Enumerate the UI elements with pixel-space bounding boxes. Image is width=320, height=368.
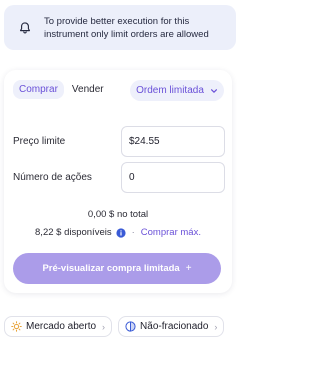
order-type-dropdown[interactable]: Ordem limitada xyxy=(130,80,224,101)
non-fractional-chip[interactable]: Não-fracionado › xyxy=(118,316,225,337)
shares-label: Número de ações xyxy=(13,172,92,183)
notice-text: To provide better execution for this ins… xyxy=(44,15,209,40)
execution-notice: To provide better execution for this ins… xyxy=(4,5,236,50)
available-funds-row: 8,22 $ disponíveis · Comprar máx. xyxy=(4,227,232,238)
shares-input[interactable]: 0 xyxy=(121,162,225,193)
limit-price-label: Preço limite xyxy=(13,136,66,147)
buy-max-link[interactable]: Comprar máx. xyxy=(141,227,201,238)
tab-vender[interactable]: Vender xyxy=(66,80,110,99)
tab-comprar[interactable]: Comprar xyxy=(13,80,64,99)
shares-row: Número de ações 0 xyxy=(13,162,225,193)
preview-limit-buy-button[interactable]: Pré-visualizar compra limitada + xyxy=(13,253,221,284)
non-fractional-label: Não-fracionado xyxy=(140,321,209,332)
market-status-chips: Mercado aberto › Não-fracionado › xyxy=(4,316,225,337)
order-type-label: Ordem limitada xyxy=(136,85,204,96)
order-total: 0,00 $ no total xyxy=(87,209,149,220)
preview-button-label: Pré-visualizar compra limitada xyxy=(42,263,180,274)
chevron-right-icon: › xyxy=(214,321,218,332)
limit-price-input[interactable]: $24.55 xyxy=(121,126,225,157)
side-tabs: Comprar Vender xyxy=(13,80,110,99)
bell-icon xyxy=(19,21,31,34)
market-open-label: Mercado aberto xyxy=(26,321,97,332)
market-open-chip[interactable]: Mercado aberto › xyxy=(4,316,113,337)
trade-panel: Comprar Vender Ordem limitada Preço limi… xyxy=(4,70,232,293)
chevron-right-icon: › xyxy=(102,321,106,332)
chevron-down-icon xyxy=(210,88,217,93)
plus-icon: + xyxy=(185,263,192,274)
limit-price-row: Preço limite $24.55 xyxy=(13,126,225,157)
sun-icon xyxy=(11,321,22,332)
separator: · xyxy=(131,227,135,238)
available-funds: 8,22 $ disponíveis xyxy=(35,227,112,238)
info-icon[interactable] xyxy=(116,227,126,238)
no-fraction-icon xyxy=(125,321,136,332)
